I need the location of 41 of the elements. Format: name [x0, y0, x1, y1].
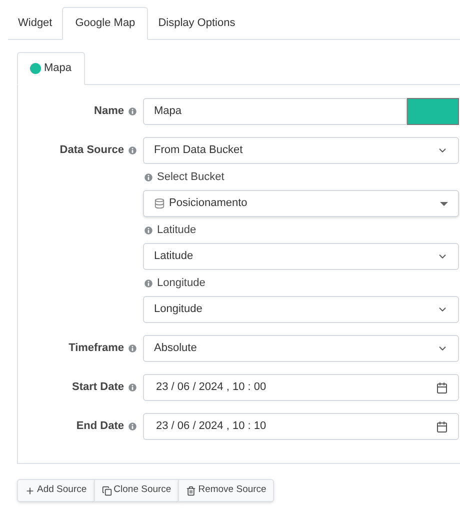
field-label: Start Date — [72, 380, 124, 396]
bucket-select[interactable]: Posicionamento — [143, 190, 459, 217]
info-icon — [127, 145, 138, 156]
select-field[interactable]: Longitude — [143, 296, 459, 323]
plus-icon — [25, 486, 35, 496]
database-icon — [154, 198, 165, 209]
source-button[interactable]: Add Source — [17, 479, 95, 502]
select-field[interactable]: Latitude — [143, 243, 459, 270]
field-label: Timeframe — [68, 341, 124, 356]
tab[interactable]: Google Map — [62, 7, 148, 40]
bucket-value: Posicionamento — [169, 196, 248, 212]
sub-field-label: Select Bucket — [157, 170, 224, 185]
source-button[interactable]: Clone Source — [94, 479, 180, 502]
caret-icon — [440, 202, 448, 206]
select-field[interactable]: Absolute — [143, 335, 459, 362]
tab[interactable]: Display Options — [148, 7, 246, 40]
info-icon — [127, 106, 138, 117]
info-icon — [127, 421, 138, 432]
sub-field-label: Latitude — [157, 222, 196, 238]
copy-icon — [102, 486, 112, 496]
info-icon — [143, 224, 154, 236]
trash-icon — [186, 486, 196, 496]
info-icon — [143, 172, 154, 182]
color-swatch[interactable] — [407, 98, 459, 125]
field-label: End Date — [76, 419, 124, 434]
date-field[interactable]: 23 / 06 / 2024 , 10 : 00 — [143, 374, 459, 401]
tab-label: Mapa — [44, 61, 72, 76]
field-label: Data Source — [60, 143, 124, 158]
sub-field-label: Longitude — [157, 276, 206, 291]
info-icon — [127, 343, 138, 354]
source-button[interactable]: Remove Source — [178, 479, 274, 502]
name-field[interactable]: Mapa — [143, 98, 407, 125]
calendar-icon — [436, 382, 448, 394]
info-icon — [127, 382, 138, 393]
select-field[interactable]: From Data Bucket — [143, 137, 459, 164]
source-tab[interactable]: Mapa — [17, 52, 85, 85]
date-field[interactable]: 23 / 06 / 2024 , 10 : 10 — [143, 413, 459, 440]
tab[interactable]: Widget — [8, 7, 62, 40]
info-icon — [143, 278, 154, 288]
calendar-icon — [436, 420, 448, 432]
field-label: Name — [94, 104, 124, 120]
